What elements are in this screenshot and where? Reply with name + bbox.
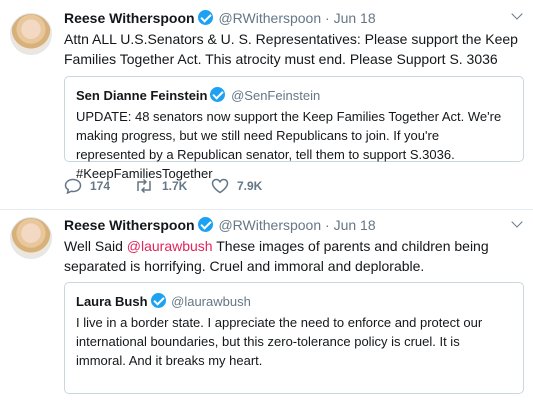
chevron-down-icon[interactable] [511,218,523,230]
mention-link[interactable]: @laurawbush [127,238,213,254]
quoted-author-name: Laura Bush [76,294,148,309]
tweet-text: Attn ALL U.S.Senators & U. S. Representa… [64,31,518,67]
quoted-text: I live in a border state. I appreciate t… [76,315,483,368]
quoted-tweet[interactable]: Laura Bush @laurawbush I live in a borde… [64,282,524,394]
verified-badge-icon [197,217,213,232]
retweet-count: 1.7K [162,179,188,193]
author-name[interactable]: Reese Witherspoon [64,217,195,233]
quoted-header: Sen Dianne Feinstein @SenFeinstein [76,87,512,104]
like-button[interactable]: 7.9K [211,178,262,194]
tweet-date[interactable]: Jun 18 [334,10,376,26]
quoted-author-name: Sen Dianne Feinstein [76,88,208,103]
author-name[interactable]: Reese Witherspoon [64,10,195,26]
retweet-button[interactable]: 1.7K [134,178,187,194]
separator: · [325,217,330,233]
quoted-author-handle: @SenFeinstein [231,88,321,103]
author-handle[interactable]: @RWitherspoon [218,217,321,233]
text-prefix: Well Said [64,238,127,254]
verified-badge-icon [197,10,213,25]
tweet-date[interactable]: Jun 18 [334,217,376,233]
quoted-tweet[interactable]: Sen Dianne Feinstein @SenFeinstein UPDAT… [64,76,524,181]
reply-count: 174 [90,179,111,193]
heart-icon [211,178,229,194]
tweet-1[interactable]: Reese Witherspoon @RWitherspoon · Jun 18… [0,0,533,210]
avatar[interactable] [10,217,52,259]
separator: · [325,10,330,26]
like-count: 7.9K [237,179,263,193]
reply-button[interactable]: 174 [64,178,110,194]
verified-badge-icon [210,87,226,102]
tweet-text: Well Said @laurawbush These images of pa… [64,236,524,276]
quoted-author-handle: @laurawbush [171,294,251,309]
quoted-header: Laura Bush @laurawbush [76,293,512,310]
quoted-text: UPDATE: 48 senators now support the Keep… [76,109,502,181]
reply-icon [64,178,82,194]
chevron-down-icon[interactable] [511,10,523,22]
tweet-header: Reese Witherspoon @RWitherspoon · Jun 18 [64,9,376,27]
verified-badge-icon [150,293,166,308]
tweet-header: Reese Witherspoon @RWitherspoon · Jun 18 [64,216,376,234]
tweet-2[interactable]: Reese Witherspoon @RWitherspoon · Jun 18… [0,210,533,400]
avatar[interactable] [10,13,52,55]
author-handle[interactable]: @RWitherspoon [218,10,321,26]
retweet-icon [137,178,151,194]
